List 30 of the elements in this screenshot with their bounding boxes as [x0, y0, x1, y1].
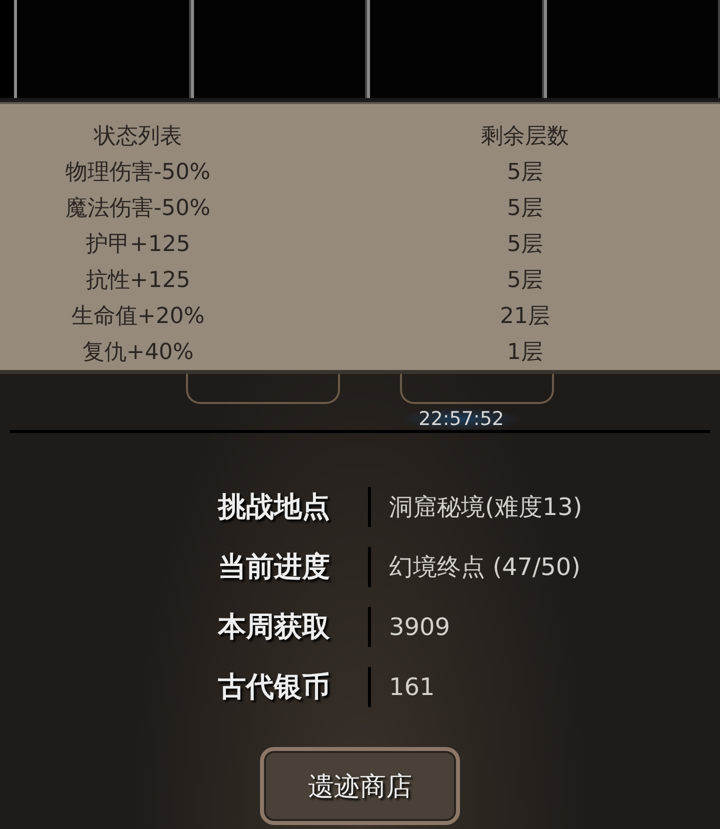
item-slot[interactable] — [14, 0, 190, 98]
item-slot[interactable] — [190, 0, 367, 98]
shop-button[interactable]: 遗迹商店 — [260, 747, 460, 825]
status-name: 复仇+40% — [81, 339, 195, 367]
button-frame[interactable] — [186, 374, 340, 404]
layer-count: 21层 — [499, 303, 551, 331]
layer-count: 5层 — [506, 195, 544, 223]
layer-count: 5层 — [506, 231, 544, 259]
item-slot[interactable] — [544, 0, 720, 98]
status-name: 物理伤害-50% — [64, 159, 212, 187]
column-header: 剩余层数 — [480, 123, 570, 151]
status-name: 护甲+125 — [84, 231, 192, 259]
layer-count: 5层 — [506, 159, 544, 187]
item-slot[interactable] — [367, 0, 544, 98]
info-value: 洞窟秘境(难度13) — [389, 492, 582, 523]
info-value: 3909 — [389, 613, 450, 641]
info-label: 本周获取 — [218, 609, 331, 645]
info-value: 161 — [389, 673, 435, 701]
info-value: 幻境终点 (47/50) — [389, 552, 581, 583]
info-label: 挑战地点 — [218, 489, 331, 525]
column-header: 状态列表 — [92, 123, 183, 151]
countdown-timer: 22:57:52 — [402, 408, 520, 430]
status-name: 魔法伤害-50% — [64, 195, 212, 223]
button-frame[interactable] — [400, 374, 554, 404]
status-name: 抗性+125 — [84, 267, 192, 295]
layer-count: 1层 — [506, 339, 544, 367]
layer-count: 5层 — [506, 267, 544, 295]
status-name: 生命值+20% — [70, 303, 206, 331]
info-label: 古代银币 — [218, 669, 331, 705]
info-label: 当前进度 — [218, 549, 331, 585]
